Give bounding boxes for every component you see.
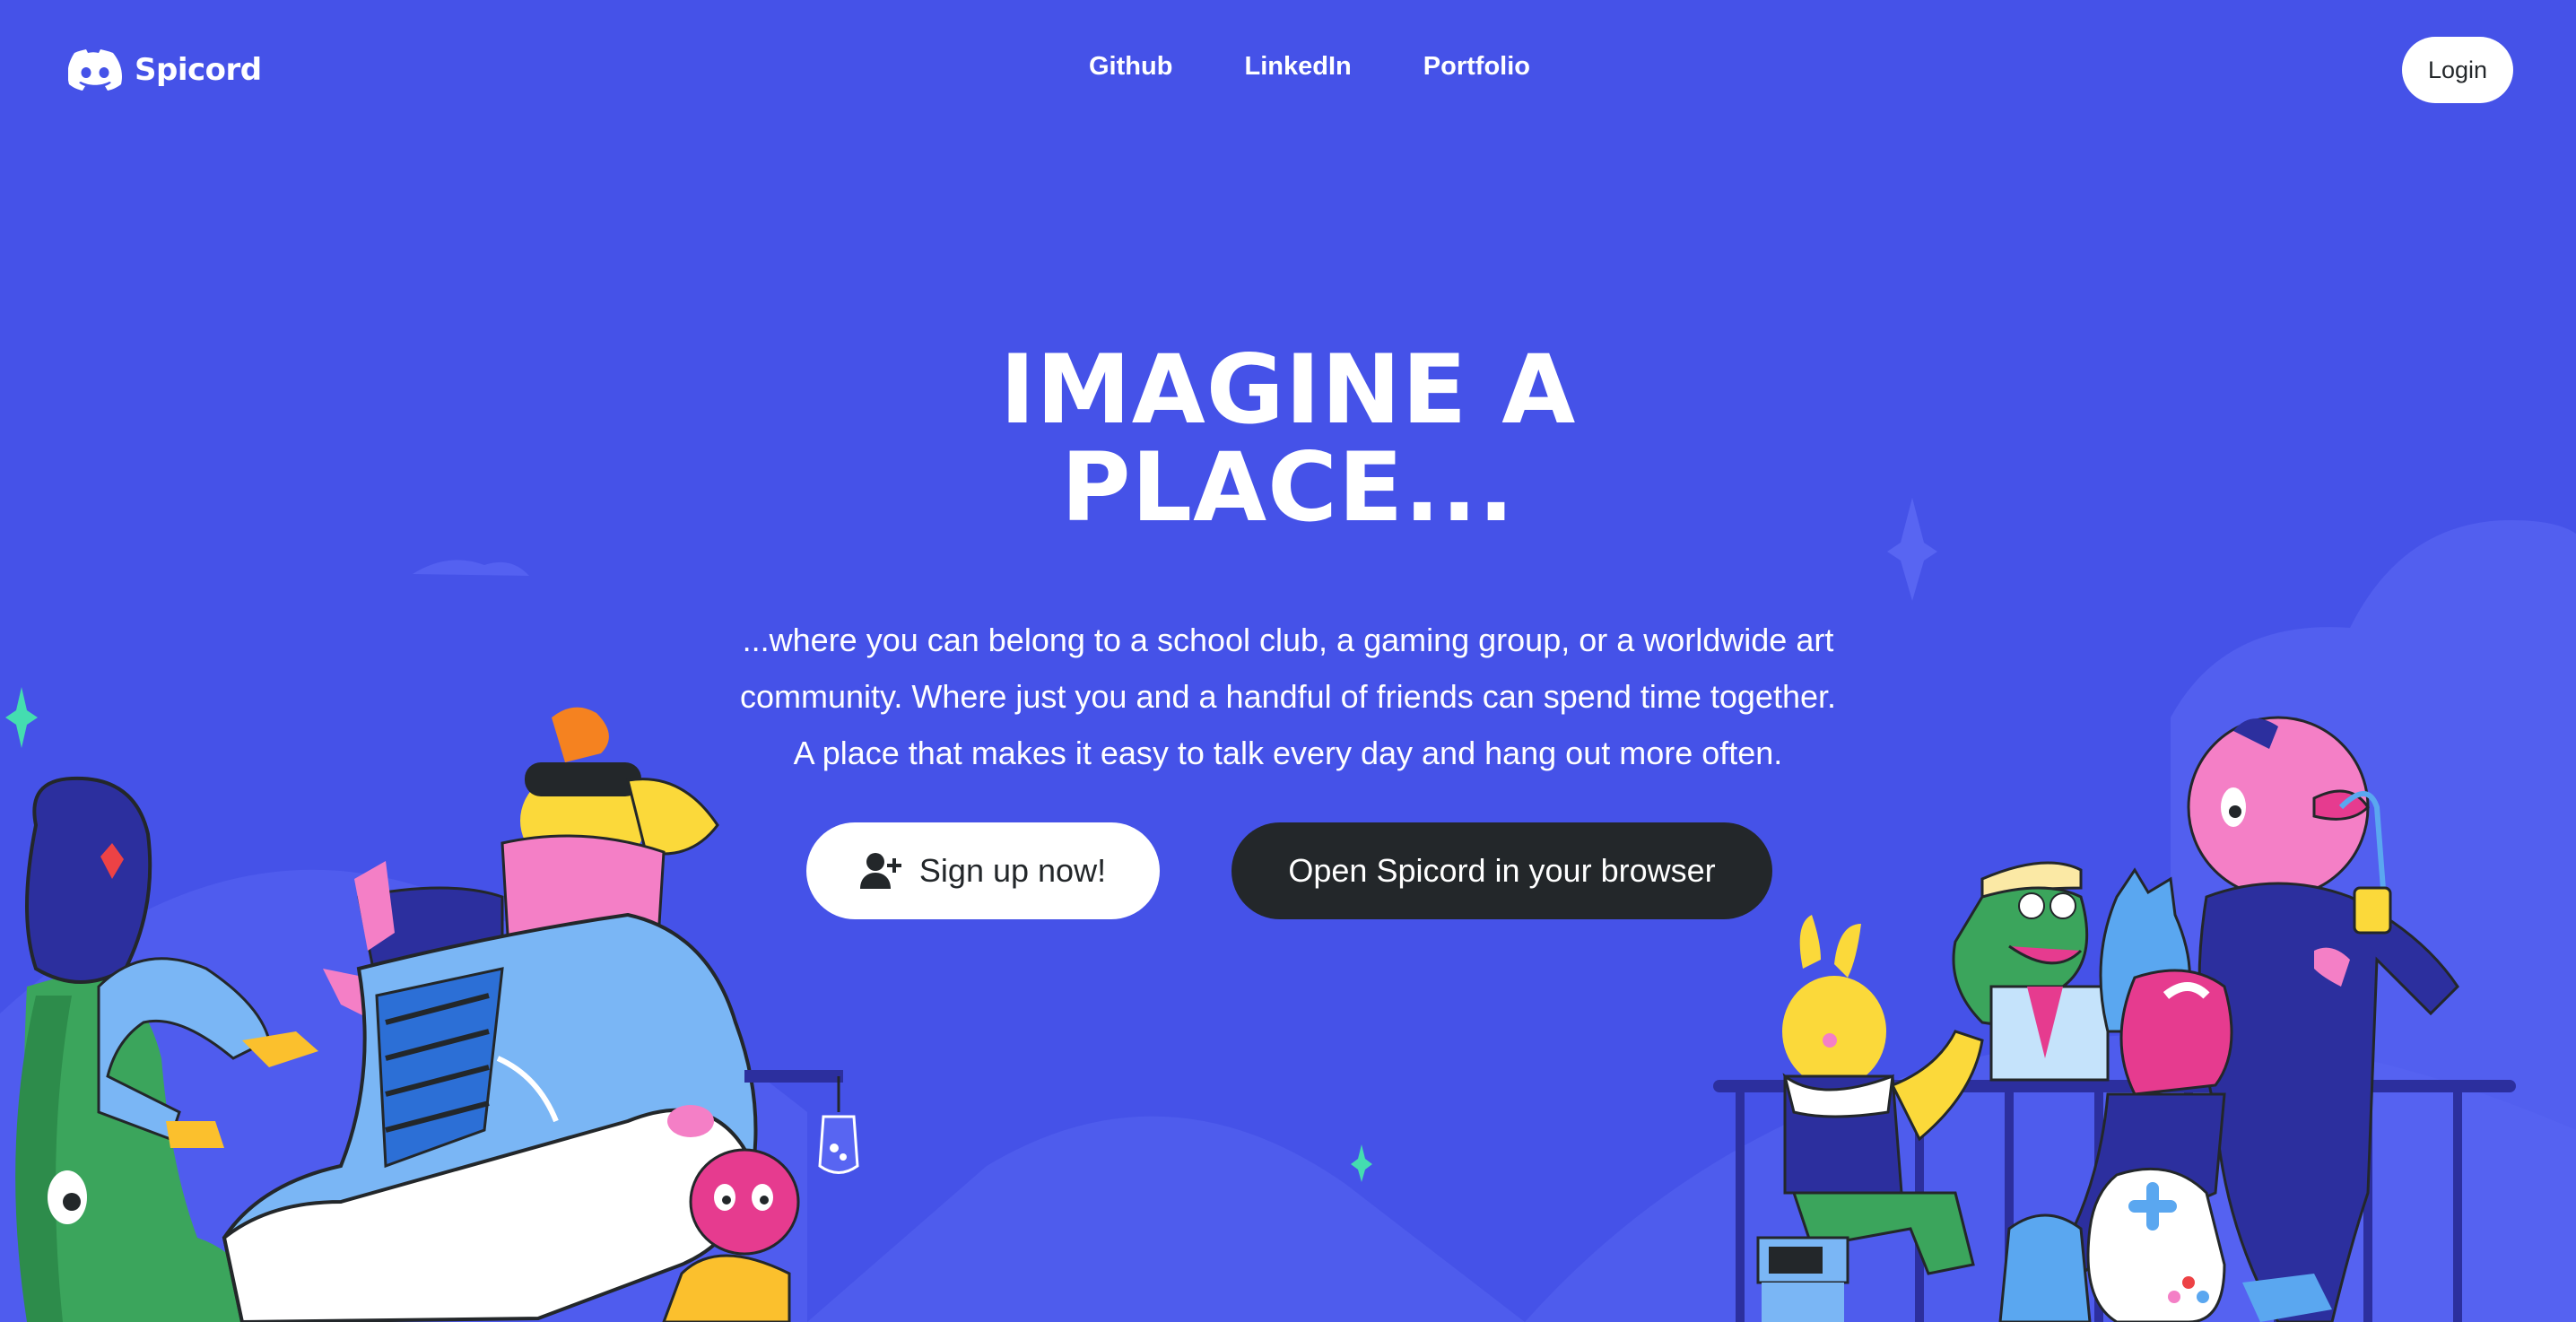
top-nav-bar: Spicord Github LinkedIn Portfolio Login	[0, 0, 2576, 144]
hero-title: IMAGINE A PLACE...	[840, 341, 1736, 536]
brand-logo-link[interactable]: Spicord	[68, 43, 262, 97]
nav-link-linkedin[interactable]: LinkedIn	[1231, 47, 1363, 87]
hero-subtitle-line: community. Where just you and a handful …	[739, 678, 1836, 715]
hero-title-line: IMAGINE A	[999, 335, 1577, 445]
nav-links: Github LinkedIn Portfolio	[1076, 47, 1543, 87]
hero-title-line: PLACE...	[1060, 432, 1516, 544]
discord-controller-logo-icon	[68, 49, 122, 91]
brand-name: Spicord	[135, 52, 262, 88]
nav-link-github[interactable]: Github	[1076, 47, 1185, 87]
left-characters-illustration	[15, 707, 859, 1322]
hero-subtitle-line: ...where you can belong to a school club…	[742, 622, 1834, 658]
login-button[interactable]: Login	[2402, 37, 2513, 103]
nav-link-portfolio[interactable]: Portfolio	[1411, 47, 1543, 87]
add-user-icon	[859, 853, 901, 889]
sparkle-icon	[1887, 498, 1937, 601]
right-characters-illustration	[1713, 716, 2516, 1322]
signup-label: Sign up now!	[918, 852, 1107, 889]
hero-subtitle-line: A place that makes it easy to talk every…	[793, 735, 1783, 771]
